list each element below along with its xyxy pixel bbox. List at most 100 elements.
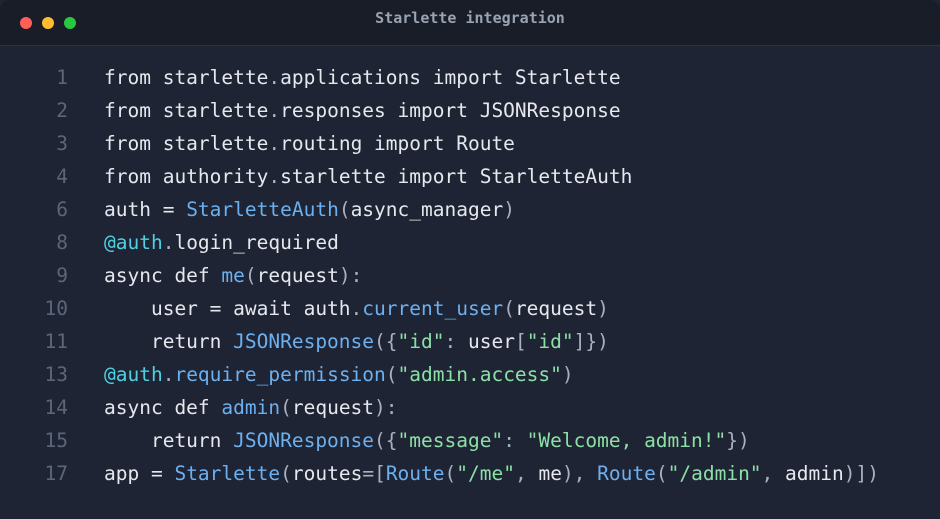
code-token: ( bbox=[338, 198, 351, 221]
code-token: StarletteAuth bbox=[186, 198, 339, 221]
code-text: return JSONResponse({"message": "Welcome… bbox=[104, 424, 750, 457]
code-token: JSONResponse bbox=[233, 429, 375, 452]
line-number: 8 bbox=[56, 231, 68, 254]
code-token: app = bbox=[104, 462, 175, 485]
line-number: 6 bbox=[56, 198, 68, 221]
code-token: applications import Starlette bbox=[280, 66, 621, 89]
code-text: auth = StarletteAuth(async_manager) bbox=[104, 193, 515, 226]
code-text: user = await auth.current_user(request) bbox=[104, 292, 609, 325]
code-token: }) bbox=[726, 429, 750, 452]
code-token: : bbox=[503, 429, 527, 452]
code-token: ( bbox=[244, 264, 257, 287]
line-number: 4 bbox=[56, 165, 68, 188]
code-token: ) bbox=[503, 198, 515, 221]
code-token: . bbox=[268, 66, 281, 89]
code-token: login_required bbox=[174, 231, 339, 254]
code-text: from starlette.responses import JSONResp… bbox=[104, 94, 621, 127]
code-token: @auth bbox=[104, 231, 163, 254]
code-token: Route bbox=[597, 462, 656, 485]
code-token: , bbox=[761, 462, 786, 485]
code-token: , bbox=[514, 462, 539, 485]
code-line: 6 auth = StarletteAuth(async_manager) bbox=[0, 193, 940, 226]
code-line: 3 from starlette.routing import Route bbox=[0, 127, 940, 160]
code-text: return JSONResponse({"id": user["id"]}) bbox=[104, 325, 609, 358]
line-number: 3 bbox=[56, 132, 68, 155]
code-token: ({ bbox=[374, 330, 398, 353]
line-number: 10 bbox=[44, 297, 68, 320]
line-number: 13 bbox=[44, 363, 68, 386]
code-token: "admin.access" bbox=[397, 363, 562, 386]
window-title: Starlette integration bbox=[375, 9, 565, 27]
code-token: ({ bbox=[374, 429, 398, 452]
code-text: from authority.starlette import Starlett… bbox=[104, 160, 632, 193]
code-token: "message" bbox=[397, 429, 504, 452]
code-token: ( bbox=[444, 462, 457, 485]
code-token: =[ bbox=[362, 462, 386, 485]
code-token: ), bbox=[561, 462, 598, 485]
code-line: 1 from starlette.applications import Star… bbox=[0, 61, 940, 94]
code-token: from authority bbox=[104, 165, 269, 188]
code-token: from starlette bbox=[104, 99, 269, 122]
code-token: return bbox=[104, 330, 234, 353]
code-token: . bbox=[162, 231, 175, 254]
code-token: ( bbox=[280, 396, 292, 419]
code-token: responses import JSONResponse bbox=[280, 99, 621, 122]
line-number: 2 bbox=[56, 99, 68, 122]
code-token: from starlette bbox=[104, 66, 269, 89]
code-token: . bbox=[268, 99, 281, 122]
code-token: user = await auth bbox=[104, 297, 351, 320]
code-token: ): bbox=[374, 396, 398, 419]
code-token: "id" bbox=[526, 330, 574, 353]
code-token: JSONResponse bbox=[233, 330, 375, 353]
code-token: request bbox=[514, 297, 598, 320]
code-line: 11 return JSONResponse({"id": user["id"]… bbox=[0, 325, 940, 358]
code-token: @auth bbox=[104, 363, 163, 386]
line-number: 9 bbox=[56, 264, 68, 287]
code-line: 15 return JSONResponse({"message": "Welc… bbox=[0, 424, 940, 457]
code-text: from starlette.applications import Starl… bbox=[104, 61, 621, 94]
code-token: me bbox=[221, 264, 245, 287]
code-line: 8 @auth.login_required bbox=[0, 226, 940, 259]
code-text: async def me(request): bbox=[104, 259, 362, 292]
code-token: )]) bbox=[843, 462, 879, 485]
title-bar: Starlette integration bbox=[0, 0, 940, 46]
code-line: 10 user = await auth.current_user(reques… bbox=[0, 292, 940, 325]
code-token: . bbox=[162, 363, 175, 386]
code-line: 9 async def me(request): bbox=[0, 259, 940, 292]
code-token: request bbox=[256, 264, 339, 287]
line-number: 17 bbox=[44, 462, 68, 485]
code-window: Starlette integration 1 from starlette.ap… bbox=[0, 0, 940, 519]
code-token: user bbox=[467, 330, 515, 353]
code-token: ]}) bbox=[573, 330, 609, 353]
code-text: @auth.require_permission("admin.access") bbox=[104, 358, 574, 391]
code-token: ( bbox=[280, 462, 292, 485]
code-token: ( bbox=[655, 462, 668, 485]
code-text: async def admin(request): bbox=[104, 391, 398, 424]
code-token: ) bbox=[561, 363, 574, 386]
code-token: admin bbox=[221, 396, 281, 419]
line-number: 1 bbox=[56, 66, 68, 89]
code-line: 13 @auth.require_permission("admin.access… bbox=[0, 358, 940, 391]
code-token: . bbox=[350, 297, 363, 320]
code-token: starlette import StarletteAuth bbox=[280, 165, 633, 188]
code-token: ( bbox=[385, 363, 398, 386]
code-text: @auth.login_required bbox=[104, 226, 339, 259]
code-token: return bbox=[104, 429, 234, 452]
code-token: . bbox=[268, 132, 281, 155]
code-text: app = Starlette(routes=[Route("/me", me)… bbox=[104, 457, 879, 490]
code-token: async def bbox=[104, 396, 222, 419]
code-token: "Welcome, admin!" bbox=[526, 429, 727, 452]
code-token: async def bbox=[104, 264, 222, 287]
line-number: 15 bbox=[44, 429, 68, 452]
code-token: routes bbox=[291, 462, 363, 485]
code-token: . bbox=[268, 165, 281, 188]
code-line: 4 from authority.starlette import Starlet… bbox=[0, 160, 940, 193]
code-line: 2 from starlette.responses import JSONRes… bbox=[0, 94, 940, 127]
code-token: ): bbox=[338, 264, 363, 287]
code-token: current_user bbox=[362, 297, 504, 320]
code-line: 17 app = Starlette(routes=[Route("/me", m… bbox=[0, 457, 940, 490]
code-token: [ bbox=[514, 330, 527, 353]
code-token: ) bbox=[597, 297, 609, 320]
code-token: request bbox=[291, 396, 375, 419]
code-token: ( bbox=[503, 297, 515, 320]
